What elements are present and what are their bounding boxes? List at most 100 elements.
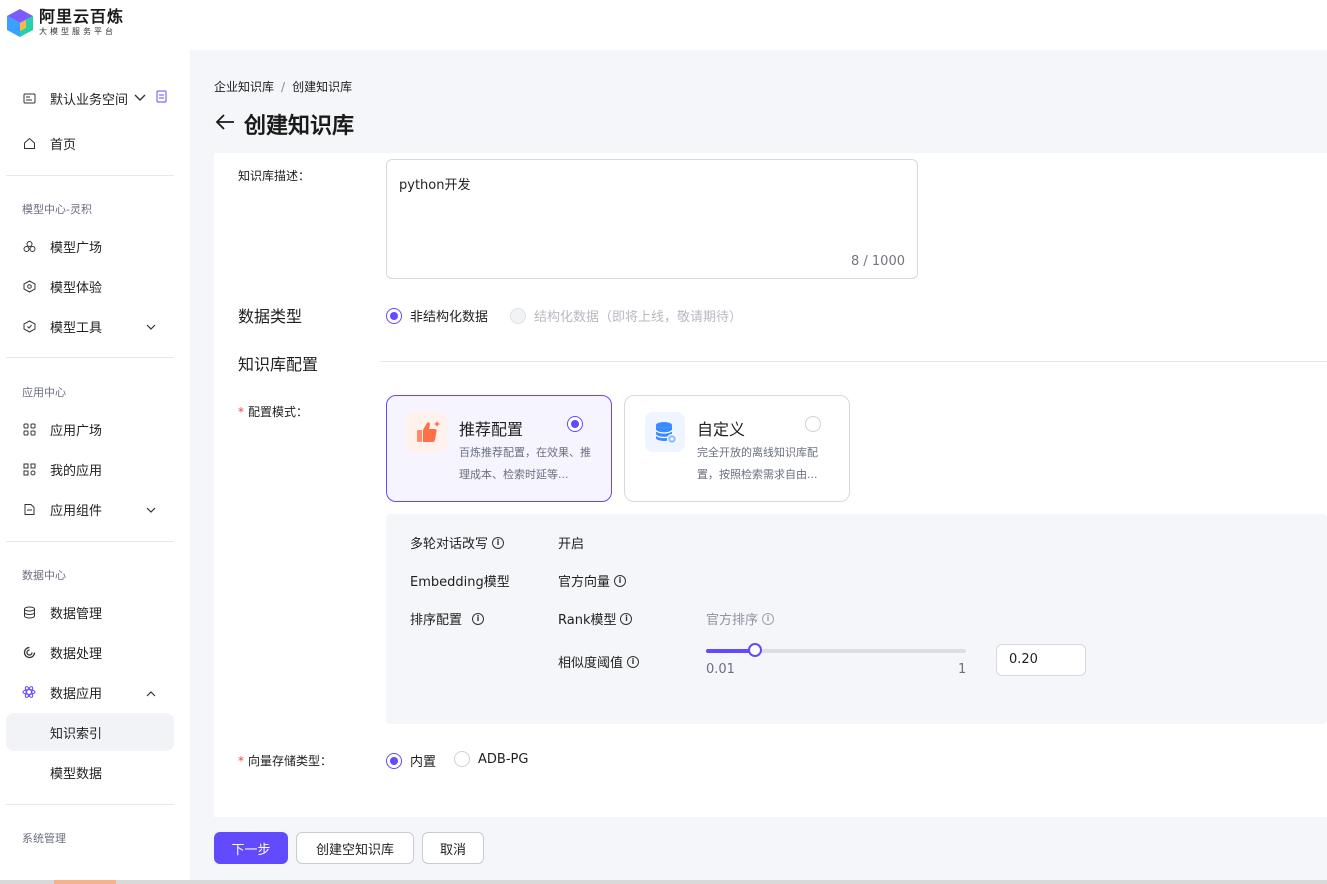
mode-card-recommended[interactable]: 推荐配置 百炼推荐配置，在效果、推理成本、检索时延等... <box>386 395 612 502</box>
multi-turn-value: 开启 <box>558 537 585 552</box>
required-mark: * <box>238 754 244 768</box>
rank-model-value: 官方排序 i <box>706 609 775 628</box>
database-settings-icon <box>645 412 685 452</box>
mode-card-description: 百炼推荐配置，在效果、推理成本、检索时延等... <box>459 446 591 481</box>
similarity-slider[interactable] <box>706 643 966 657</box>
model-tools-icon <box>22 319 36 333</box>
description-textarea[interactable]: python开发 8 / 1000 <box>386 159 918 279</box>
mode-card-custom[interactable]: 自定义 完全开放的离线知识库配置，按照检索需求自由... <box>624 395 850 502</box>
group-title-data-center: 数据中心 <box>22 569 66 582</box>
mode-card-title: 自定义 <box>697 420 746 439</box>
sidebar-item-knowledge-index[interactable]: 知识索引 <box>6 713 174 751</box>
info-icon[interactable]: i <box>614 574 627 587</box>
rerank-label-text: 排序配置 <box>410 613 463 628</box>
next-step-button[interactable]: 下一步 <box>214 832 288 864</box>
thumbs-up-icon <box>407 412 447 452</box>
rank-model-value-text: 官方排序 <box>706 613 759 628</box>
cancel-button[interactable]: 取消 <box>422 832 484 864</box>
breadcrumb-parent-link[interactable]: 企业知识库 <box>214 80 274 94</box>
breadcrumb-current: 创建知识库 <box>292 80 353 94</box>
info-icon[interactable]: i <box>492 536 505 549</box>
radio-adb-pg-store[interactable]: ADB-PG <box>454 751 528 767</box>
workspace-label: 默认业务空间 <box>50 92 129 108</box>
info-icon[interactable]: i <box>762 612 775 625</box>
chevron-down-icon <box>146 320 156 335</box>
workspace-selector[interactable]: 默认业务空间 <box>6 79 174 117</box>
sidebar-item-label: 数据处理 <box>50 646 103 662</box>
sidebar-item-data-application[interactable]: 数据应用 <box>6 673 174 711</box>
multi-turn-label: 多轮对话改写 i <box>410 533 505 552</box>
radio-dot <box>386 752 402 769</box>
radio-dot <box>386 307 402 324</box>
create-empty-kb-button[interactable]: 创建空知识库 <box>296 832 414 864</box>
my-apps-icon <box>22 462 36 476</box>
database-icon <box>22 605 36 619</box>
workspace-doc-icon[interactable] <box>156 90 167 107</box>
logo-title: 阿里云百炼 <box>39 7 125 26</box>
sidebar-item-model-square[interactable]: 模型广场 <box>6 227 174 265</box>
radio-label: 非结构化数据 <box>410 310 489 325</box>
app-components-icon <box>22 502 36 516</box>
radio-structured-data[interactable]: 结构化数据（即将上线，敬请期待） <box>510 306 742 325</box>
embedding-value: 官方向量 i <box>558 571 627 590</box>
required-mark: * <box>238 405 244 419</box>
mode-radio[interactable] <box>567 416 583 432</box>
sidebar-item-model-data[interactable]: 模型数据 <box>6 753 174 791</box>
similarity-input[interactable]: 0.20 <box>996 644 1086 676</box>
section-divider <box>380 361 1327 362</box>
sidebar-item-label: 数据管理 <box>50 606 103 622</box>
group-title-system: 系统管理 <box>22 832 66 845</box>
sidebar-divider <box>6 541 174 542</box>
sidebar-item-app-components[interactable]: 应用组件 <box>6 490 174 528</box>
sidebar-item-app-square[interactable]: 应用广场 <box>6 410 174 448</box>
info-icon[interactable]: i <box>620 612 633 625</box>
data-application-icon <box>22 685 36 699</box>
home-icon <box>22 136 36 150</box>
sidebar-item-my-apps[interactable]: 我的应用 <box>6 450 174 488</box>
sidebar-item-data-processing[interactable]: 数据处理 <box>6 633 174 671</box>
config-mode-label: * 配置模式： <box>238 403 308 420</box>
workspace-icon <box>22 91 36 105</box>
mode-radio[interactable] <box>805 416 821 432</box>
slider-min-label: 0.01 <box>706 662 735 677</box>
rank-model-label-text: Rank模型 <box>558 613 617 628</box>
logo[interactable]: 阿里云百炼 大模型服务平台 <box>6 8 124 38</box>
logo-cube-icon <box>6 8 34 38</box>
data-processing-icon <box>22 645 36 659</box>
page-title: 创建知识库 <box>244 114 355 139</box>
bottom-scrollbar-thumb[interactable] <box>54 880 116 884</box>
rerank-label: 排序配置 i <box>410 609 485 628</box>
embedding-value-text: 官方向量 <box>558 575 611 590</box>
chevron-down-icon <box>146 503 156 518</box>
radio-unstructured-data[interactable]: 非结构化数据 <box>386 306 488 325</box>
info-icon[interactable]: i <box>472 612 485 625</box>
group-title-model-center: 模型中心-灵积 <box>22 203 92 216</box>
radio-label: ADB-PG <box>478 751 529 767</box>
breadcrumb: 企业知识库 / 创建知识库 <box>214 78 352 95</box>
logo-subtitle: 大模型服务平台 <box>39 27 116 36</box>
radio-label: 内置 <box>410 755 437 770</box>
similarity-label: 相似度阈值 i <box>558 652 640 671</box>
model-experience-icon <box>22 279 36 293</box>
sidebar-item-data-management[interactable]: 数据管理 <box>6 593 174 631</box>
sidebar-item-label: 模型工具 <box>50 320 103 336</box>
sidebar-item-model-experience[interactable]: 模型体验 <box>6 267 174 305</box>
bottom-scrollbar[interactable] <box>0 880 1327 884</box>
radio-builtin-store[interactable]: 内置 <box>386 751 436 770</box>
radio-dot <box>454 751 470 767</box>
sidebar-item-label: 应用组件 <box>50 503 103 519</box>
sidebar-item-label: 知识索引 <box>50 726 103 742</box>
sidebar-item-label: 模型广场 <box>50 240 103 256</box>
data-type-label: 数据类型 <box>238 307 303 326</box>
sidebar-item-model-tools[interactable]: 模型工具 <box>6 307 174 345</box>
config-mode-label-text: 配置模式： <box>248 405 309 419</box>
breadcrumb-separator: / <box>281 80 286 94</box>
chevron-down-icon <box>134 91 146 106</box>
vector-store-label-text: 向量存储类型： <box>248 754 333 768</box>
sidebar-item-home[interactable]: 首页 <box>6 124 174 162</box>
back-arrow-icon[interactable] <box>214 112 236 137</box>
info-icon[interactable]: i <box>627 655 640 668</box>
config-panel <box>386 514 1327 724</box>
sidebar-item-label: 应用广场 <box>50 423 103 439</box>
kb-config-title: 知识库配置 <box>238 355 319 374</box>
